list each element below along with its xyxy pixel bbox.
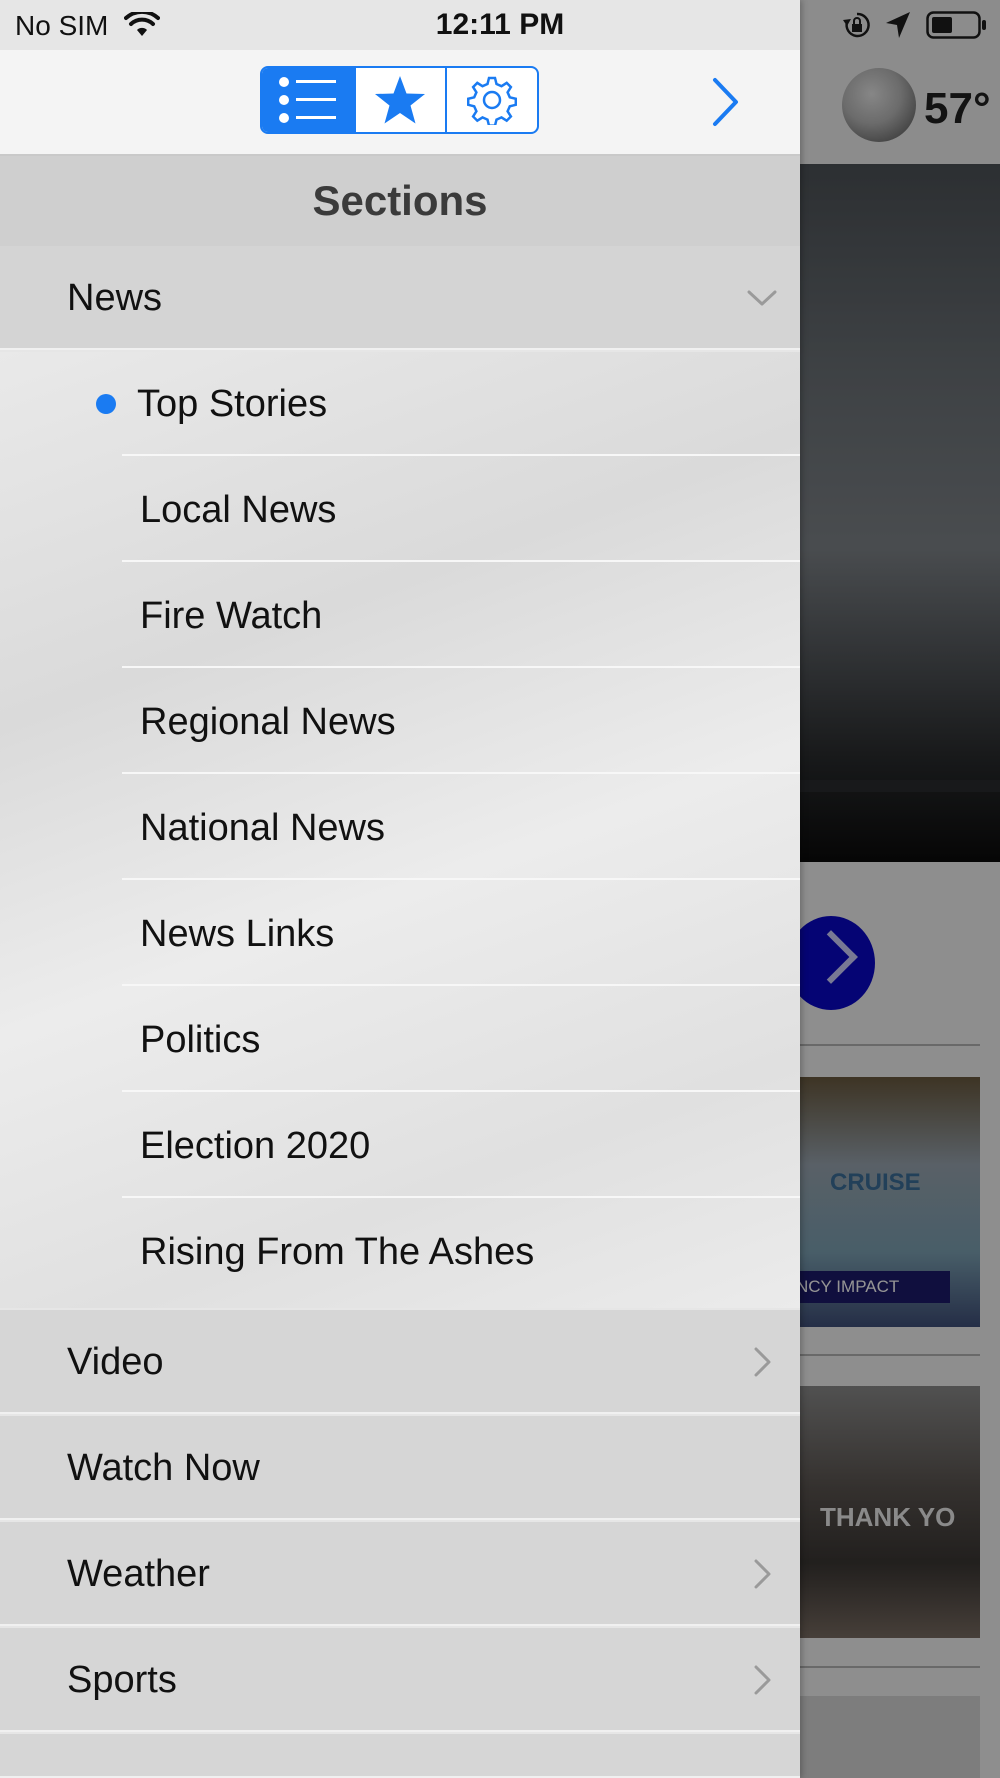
subsection-label: Regional News <box>140 701 396 743</box>
subsection-label: National News <box>140 807 385 849</box>
section-sports[interactable]: Sports <box>0 1628 800 1732</box>
subsection-label: Politics <box>140 1019 261 1061</box>
news-subsections: Top Stories Local News Fire Watch Region… <box>0 352 800 1308</box>
sections-tab[interactable] <box>262 68 354 132</box>
star-icon <box>375 76 426 124</box>
subsection-label: Fire Watch <box>140 595 323 637</box>
section-video[interactable]: Video <box>0 1310 800 1414</box>
subsection-label: Local News <box>140 489 337 531</box>
section-news[interactable]: News <box>0 246 800 350</box>
subsection-label: Top Stories <box>137 383 328 425</box>
chevron-right-icon <box>754 1347 771 1377</box>
subsection-regional-news[interactable]: Regional News <box>0 670 800 774</box>
sections-title: Sections <box>0 156 800 246</box>
divider <box>122 984 800 986</box>
divider <box>122 772 800 774</box>
subsection-news-links[interactable]: News Links <box>0 882 800 986</box>
sections-drawer: No SIM Sections News Top Stories Local N… <box>0 0 800 1778</box>
subsection-fire-watch[interactable]: Fire Watch <box>0 564 800 668</box>
divider <box>122 1090 800 1092</box>
subsection-election-2020[interactable]: Election 2020 <box>0 1094 800 1198</box>
subsection-national-news[interactable]: National News <box>0 776 800 880</box>
section-label: News <box>67 277 163 319</box>
subsection-label: Rising From The Ashes <box>140 1231 535 1273</box>
settings-tab[interactable] <box>445 68 537 132</box>
selected-indicator <box>96 394 116 414</box>
subsection-local-news[interactable]: Local News <box>0 458 800 562</box>
orientation-lock-icon <box>843 12 870 38</box>
chevron-right-icon <box>754 1665 771 1695</box>
section-next-partial[interactable] <box>0 1734 800 1778</box>
divider <box>122 454 800 456</box>
section-watch-now[interactable]: Watch Now <box>0 1416 800 1520</box>
drawer-toolbar <box>0 50 800 156</box>
divider <box>122 1196 800 1198</box>
subsection-top-stories[interactable]: Top Stories <box>0 352 800 456</box>
subsection-label: News Links <box>140 913 335 955</box>
chevron-right-icon <box>713 78 738 126</box>
chevron-down-icon <box>747 290 777 306</box>
view-segmented-control <box>260 66 539 134</box>
divider <box>122 560 800 562</box>
location-arrow-icon <box>886 12 910 38</box>
list-icon <box>278 77 336 123</box>
section-label: Weather <box>67 1553 210 1595</box>
subsection-rising-from-the-ashes[interactable]: Rising From The Ashes <box>0 1200 800 1304</box>
gear-icon <box>467 76 518 125</box>
subsection-politics[interactable]: Politics <box>0 988 800 1092</box>
divider <box>122 666 800 668</box>
favorites-tab[interactable] <box>353 68 446 132</box>
chevron-right-icon <box>754 1559 771 1589</box>
section-label: Watch Now <box>67 1447 260 1489</box>
section-label: Video <box>67 1341 164 1383</box>
section-weather[interactable]: Weather <box>0 1522 800 1626</box>
close-drawer-button[interactable] <box>700 72 750 132</box>
battery-icon <box>926 11 986 39</box>
divider <box>122 878 800 880</box>
subsection-label: Election 2020 <box>140 1125 371 1167</box>
section-label: Sports <box>67 1659 177 1701</box>
